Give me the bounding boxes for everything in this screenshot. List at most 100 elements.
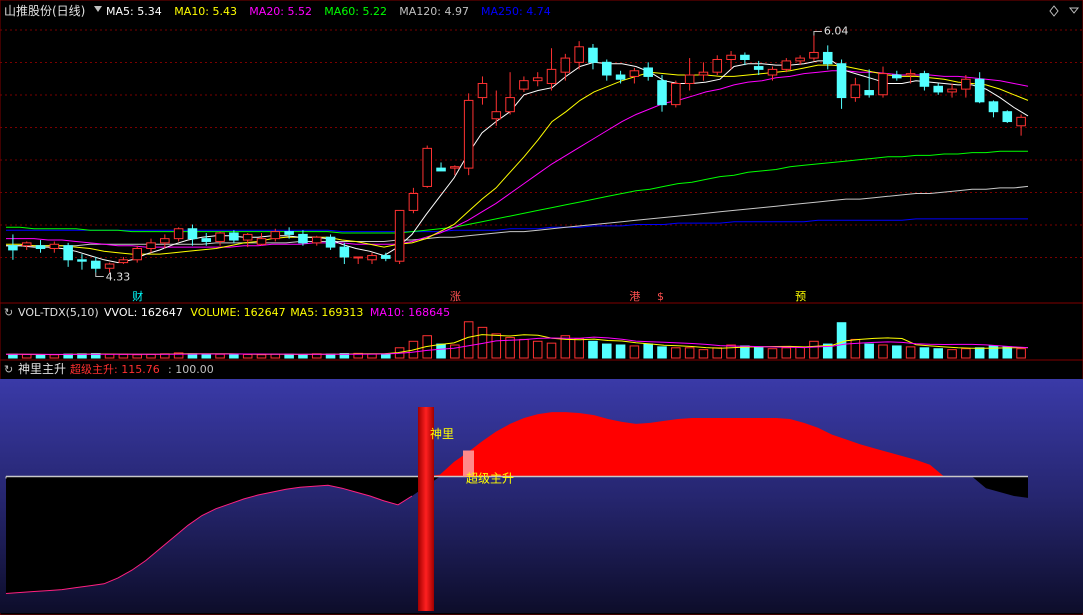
- candle-body[interactable]: [974, 78, 985, 103]
- high-price-label: 6.04: [824, 25, 849, 38]
- refresh-icon: ↻: [4, 363, 13, 376]
- ma-legend-5: MA250: 4.74: [481, 5, 551, 18]
- candle-body[interactable]: [643, 67, 653, 77]
- volume-bar: [905, 346, 916, 359]
- candle-body[interactable]: [21, 242, 32, 247]
- candle-body[interactable]: [173, 228, 184, 240]
- candle-body[interactable]: [381, 255, 391, 259]
- candle-body[interactable]: [574, 46, 584, 63]
- candle-body[interactable]: [436, 167, 446, 172]
- candle-body[interactable]: [90, 260, 101, 269]
- volume-bar: [961, 348, 971, 359]
- candle-body[interactable]: [795, 57, 805, 62]
- ma5-line: [6, 60, 1029, 264]
- indicator-value: 超级主升: 115.76: [70, 362, 160, 376]
- indicator-scale: : 100.00: [168, 363, 214, 376]
- candle-body[interactable]: [864, 90, 874, 96]
- candle-body[interactable]: [450, 166, 460, 169]
- candle-body[interactable]: [615, 74, 626, 80]
- candle-body[interactable]: [201, 238, 212, 242]
- candle-body[interactable]: [740, 54, 750, 60]
- volume-bar: [850, 338, 861, 359]
- candle-body[interactable]: [1002, 111, 1013, 123]
- volume-bar: [684, 347, 695, 359]
- event-marker-4: 预: [795, 290, 806, 303]
- volume-bar: [726, 344, 736, 359]
- candle-body[interactable]: [215, 232, 225, 242]
- candle-body[interactable]: [919, 73, 930, 87]
- candle-body[interactable]: [947, 88, 957, 93]
- candle-body[interactable]: [546, 68, 557, 84]
- volume-bar: [864, 343, 874, 359]
- candle-body[interactable]: [63, 245, 73, 261]
- candle-body[interactable]: [339, 246, 350, 258]
- chart-canvas[interactable]: 山推股份(日线) MA5: 5.34 MA10: 5.43 MA20: 5.52 MA6…: [0, 0, 1083, 615]
- candle-body[interactable]: [822, 51, 833, 65]
- event-marker-3: $: [657, 290, 664, 303]
- candle-body[interactable]: [463, 99, 474, 169]
- candle-body[interactable]: [256, 238, 267, 245]
- candle-body[interactable]: [753, 66, 764, 70]
- candle-body[interactable]: [229, 232, 239, 241]
- event-marker-2: 港: [629, 290, 640, 303]
- indicator-title: 神里主升: [18, 362, 66, 376]
- volume-bar: [532, 340, 543, 359]
- candle-body[interactable]: [187, 228, 198, 240]
- candle-body[interactable]: [905, 73, 916, 76]
- candle-body[interactable]: [1016, 116, 1026, 127]
- candle-body[interactable]: [684, 74, 695, 84]
- candle-body[interactable]: [49, 243, 60, 250]
- candle-body[interactable]: [132, 248, 142, 261]
- candle-body[interactable]: [118, 259, 129, 264]
- candle-body[interactable]: [767, 68, 778, 76]
- candle-body[interactable]: [311, 236, 322, 244]
- candle-body[interactable]: [532, 77, 543, 82]
- candle-body[interactable]: [781, 60, 792, 70]
- candle-body[interactable]: [491, 111, 502, 120]
- volume-bar: [643, 343, 653, 359]
- candle-body[interactable]: [104, 263, 115, 269]
- candle-body[interactable]: [35, 245, 46, 250]
- candle-body[interactable]: [629, 70, 640, 77]
- candle-body[interactable]: [657, 80, 667, 106]
- candle-body[interactable]: [8, 245, 18, 251]
- candle-body[interactable]: [505, 97, 515, 113]
- candle-body[interactable]: [712, 58, 723, 73]
- candle-body[interactable]: [809, 51, 819, 59]
- candle-body[interactable]: [477, 82, 488, 99]
- candle-body[interactable]: [892, 74, 902, 79]
- volume-bar: [753, 346, 764, 359]
- volume-bar: [933, 348, 944, 359]
- candle-body[interactable]: [422, 147, 433, 187]
- candle-body[interactable]: [146, 242, 156, 250]
- candle-body[interactable]: [671, 82, 681, 106]
- candle-body[interactable]: [878, 73, 888, 96]
- candle-body[interactable]: [961, 78, 971, 90]
- candle-body[interactable]: [601, 61, 612, 76]
- candle-body[interactable]: [394, 209, 405, 262]
- candle-body[interactable]: [353, 256, 363, 259]
- candle-body[interactable]: [284, 231, 294, 235]
- candle-body[interactable]: [77, 259, 87, 262]
- volume-legend-0: VVOL: 162647: [104, 306, 183, 319]
- candle-body[interactable]: [698, 71, 709, 76]
- candle-body[interactable]: [270, 231, 281, 240]
- candle-body[interactable]: [325, 236, 336, 248]
- candle-body[interactable]: [519, 80, 529, 90]
- candle-body[interactable]: [836, 63, 847, 99]
- volume-bar: [795, 346, 805, 359]
- volume-bar: [491, 333, 502, 359]
- candle-body[interactable]: [726, 54, 736, 60]
- candle-body[interactable]: [408, 192, 419, 211]
- candle-body[interactable]: [298, 233, 308, 244]
- candle-body[interactable]: [588, 47, 598, 63]
- candle-body[interactable]: [367, 255, 377, 261]
- low-marker-line: [95, 272, 104, 277]
- candle-body[interactable]: [933, 85, 944, 93]
- candle-body[interactable]: [242, 233, 253, 241]
- volume-bar: [809, 340, 819, 359]
- candle-body[interactable]: [560, 57, 571, 73]
- candle-body[interactable]: [160, 238, 170, 244]
- candle-body[interactable]: [988, 101, 999, 113]
- candle-body[interactable]: [850, 84, 861, 99]
